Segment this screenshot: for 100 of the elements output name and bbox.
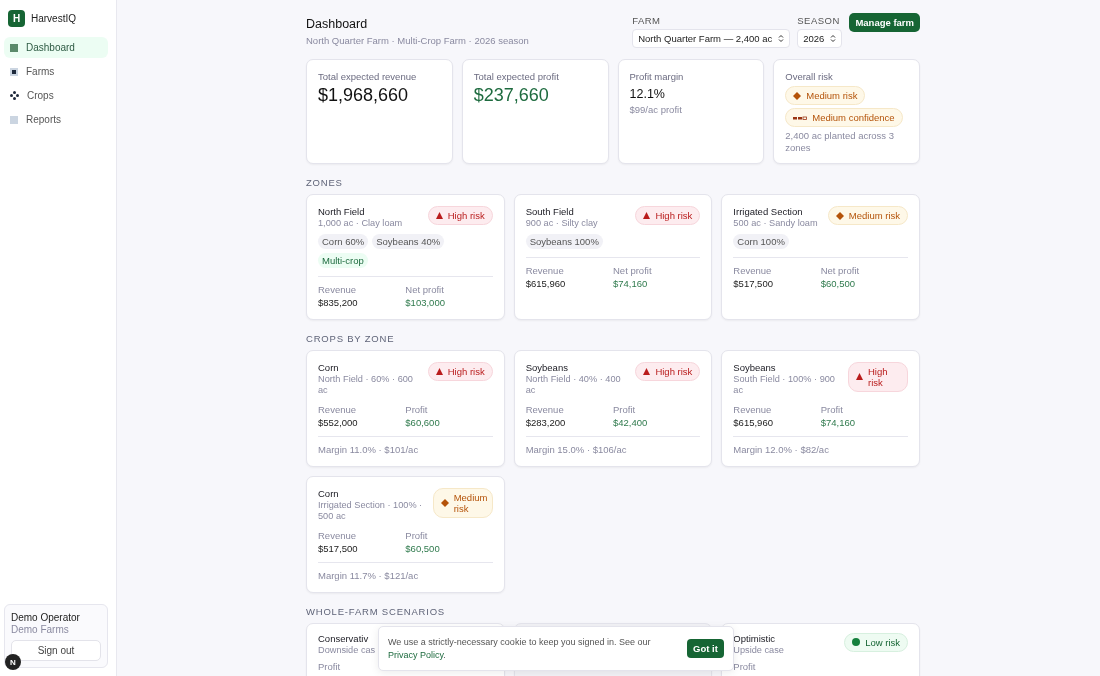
risk-badge: High risk — [427, 206, 493, 225]
stat-label: Profit — [613, 403, 637, 415]
zone-name: South Field — [525, 206, 575, 217]
crop-name: Soybeans — [525, 361, 569, 373]
logo-icon: H — [8, 10, 25, 27]
stat-label: Revenue — [733, 403, 773, 415]
crop-name: Soybeans — [733, 361, 777, 373]
zone-name: North Field — [318, 206, 366, 217]
scenario-detail: Upside case — [733, 644, 784, 656]
stat-value: $60,500 — [820, 277, 856, 289]
crop-tag: Multi-crop — [318, 252, 368, 268]
risk-badge: High risk — [635, 361, 701, 381]
section-heading: ZONES — [306, 177, 344, 188]
summary-note: $99/ac profit — [629, 104, 682, 117]
stat-value: $74,160 — [613, 277, 649, 289]
crop-tag: Soybeans 40% — [372, 233, 445, 249]
stat-value: $283,200 — [525, 416, 567, 428]
summary-label: Total expected profit — [473, 71, 559, 82]
stat-value: $74,160 — [820, 416, 856, 428]
brand-name: HarvestIQ — [31, 13, 76, 24]
season-select[interactable]: 2026 — [797, 29, 843, 48]
sign-out-button[interactable]: Sign out — [11, 640, 101, 661]
risk-badge: Low risk — [844, 632, 908, 652]
user-name: Demo Operator — [11, 612, 81, 623]
user-organization: Demo Farms — [11, 624, 70, 635]
stat-label: Net profit — [820, 264, 861, 276]
scenario-name: Optimistic — [733, 632, 777, 644]
summary-label: Total expected revenue — [318, 71, 417, 82]
stat-label: Revenue — [525, 403, 565, 415]
risk-badge: Medium risk — [432, 487, 493, 518]
margin-text: Margin 11.7% · $121/ac — [318, 569, 420, 581]
sidebar-item[interactable]: Farms — [4, 61, 108, 82]
chevrons-icon — [830, 34, 837, 43]
risk-badge: High risk — [635, 206, 701, 225]
summary-value: $1,968,660 — [318, 85, 409, 106]
crop-tag: Soybeans 100% — [525, 233, 603, 249]
grid-icon — [10, 43, 18, 52]
stat-label: Revenue — [525, 264, 565, 276]
crop-detail: North Field · 60% · 600 ac — [318, 373, 414, 397]
stat-value: $615,960 — [733, 416, 774, 428]
manage-farm-button[interactable]: Manage farm — [849, 13, 920, 32]
stat-value: $517,500 — [318, 542, 359, 554]
stat-label: Net profit — [613, 264, 653, 276]
risk-badge: Medium risk — [785, 86, 866, 105]
stat-label: Profit — [820, 403, 844, 415]
stat-value: $42,400 — [613, 416, 649, 428]
risk-badge: Medium confidence — [785, 108, 903, 127]
zone-detail: 500 ac · Sandy loam — [733, 218, 818, 230]
stat-label: Revenue — [318, 529, 358, 541]
stat-label: Profit — [405, 403, 429, 415]
summary-value: 12.1% — [629, 87, 665, 101]
stat-label: Net profit — [405, 283, 445, 295]
sidebar-item[interactable]: Crops — [4, 85, 108, 106]
crop-detail: South Field · 100% · 900 ac — [733, 373, 836, 397]
margin-text: Margin 15.0% · $106/ac — [525, 443, 628, 455]
farm-select[interactable]: North Quarter Farm — 2,400 ac — [632, 29, 791, 48]
stat-label: Revenue — [733, 264, 773, 276]
crop-tag: Corn 60% — [318, 233, 369, 249]
margin-text: Margin 11.0% · $101/ac — [318, 443, 420, 455]
crop-detail: Irrigated Section · 100% · 500 ac — [318, 499, 424, 523]
summary-note: 2,400 ac planted across 3 zones — [785, 130, 896, 155]
stat-label: Revenue — [318, 283, 358, 295]
crop-detail: North Field · 40% · 400 ac — [525, 373, 622, 397]
stat-value: $60,600 — [405, 416, 441, 428]
chevrons-icon — [778, 34, 785, 43]
crop-tag: Corn 100% — [733, 233, 789, 249]
zone-detail: 900 ac · Silty clay — [525, 218, 598, 230]
scenario-detail: Downside cas — [318, 644, 376, 656]
crop-name: Corn — [318, 487, 340, 499]
cookie-message: We use a strictly-necessary cookie to keep you signed in. See our Privacy Policy. — [388, 636, 652, 662]
stat-label: Profit — [318, 661, 342, 672]
stat-value: $60,500 — [405, 542, 441, 554]
crop-name: Corn — [318, 361, 340, 373]
risk-badge: Medium risk — [827, 206, 908, 225]
stat-label: Profit — [405, 529, 429, 541]
risk-badge: High risk — [427, 361, 493, 381]
sidebar-item[interactable]: Reports — [4, 109, 108, 130]
page-title: Dashboard — [306, 17, 369, 31]
got-it-button[interactable]: Got it — [687, 639, 724, 659]
stat-value: $517,500 — [733, 277, 774, 289]
zone-name: Irrigated Section — [733, 206, 804, 217]
scenario-name: Conservativ — [318, 632, 370, 644]
risk-badge: High risk — [848, 361, 908, 392]
square-icon — [10, 67, 18, 76]
stat-value: $552,000 — [318, 416, 359, 428]
farm-label: FARM — [632, 15, 662, 26]
stat-value: $835,200 — [318, 296, 359, 308]
summary-label: Profit margin — [629, 71, 684, 82]
dev-badge[interactable]: N — [5, 654, 21, 670]
sidebar-item[interactable]: Dashboard — [4, 37, 108, 58]
page-subtitle: North Quarter Farm · Multi-Crop Farm · 2026 season — [306, 35, 529, 46]
summary-label: Overall risk — [785, 71, 833, 82]
square-icon — [10, 115, 18, 124]
summary-value: $237,660 — [473, 85, 549, 106]
stat-label: Profit — [733, 661, 757, 672]
season-label: SEASON — [797, 15, 841, 26]
section-heading: WHOLE-FARM SCENARIOS — [306, 605, 446, 617]
margin-text: Margin 12.0% · $82/ac — [733, 443, 830, 455]
stat-value: $615,960 — [525, 277, 567, 289]
stat-label: Revenue — [318, 403, 358, 415]
